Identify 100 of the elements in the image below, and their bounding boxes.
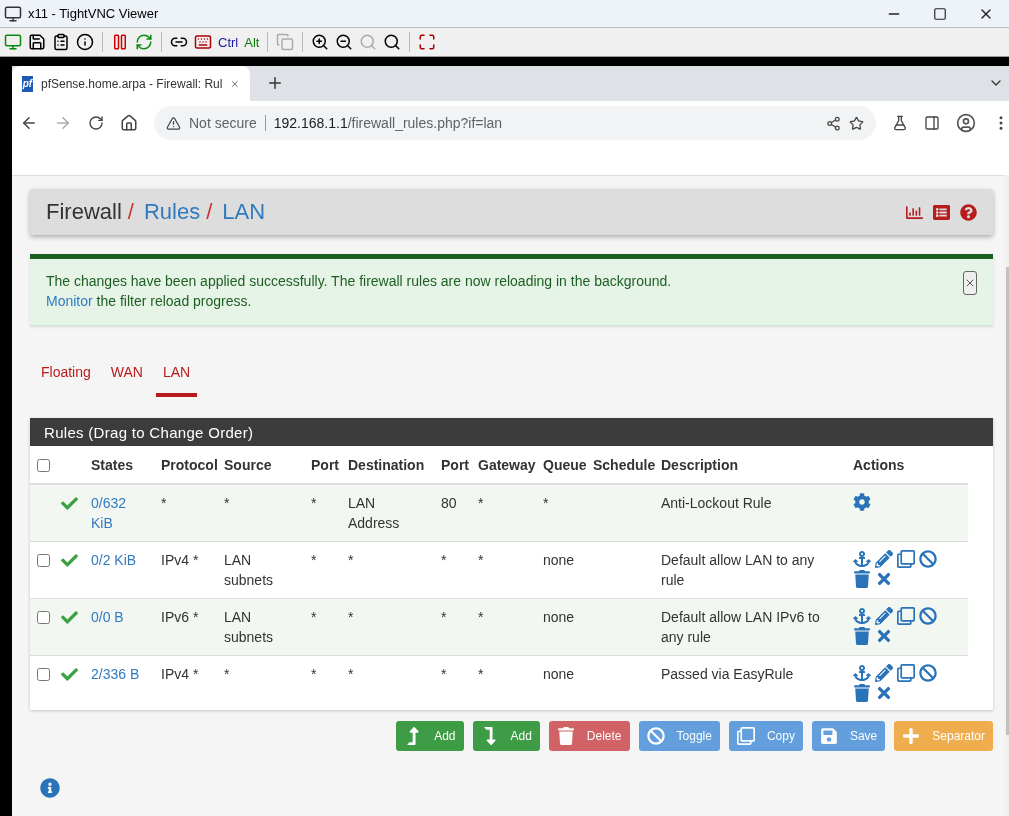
- ban-icon: [646, 727, 665, 745]
- chart-icon[interactable]: [906, 203, 923, 221]
- table-cell-text: *: [441, 608, 447, 627]
- anchor-icon[interactable]: [853, 607, 871, 625]
- app-icon: [4, 4, 22, 23]
- table-cell-text: *: [441, 551, 447, 570]
- list-icon[interactable]: [933, 203, 950, 221]
- new-tab-icon[interactable]: [266, 74, 284, 92]
- table-cell-text: LAN subnets: [224, 608, 275, 647]
- settings-icon[interactable]: [853, 493, 871, 511]
- window-title: x11 - TightVNC Viewer: [28, 6, 160, 21]
- states-link[interactable]: 0/632 KiB: [91, 493, 146, 533]
- save-icon: [819, 727, 838, 745]
- help-icon[interactable]: [960, 203, 977, 221]
- ban-icon[interactable]: [919, 664, 937, 682]
- alert-message: The changes have been applied successfully. The firewall rules are now reloading in the background. Monitor the filter reload progress.: [46, 272, 673, 311]
- url-text: 192.168.1.1/firewall_rules.php?if=lan: [273, 115, 504, 131]
- table-cell-text: *: [478, 608, 484, 627]
- table-cell-text: *: [224, 494, 230, 513]
- table-cell-text: *: [224, 665, 230, 684]
- breadcrumb-separator: /: [127, 199, 134, 225]
- table-cell-text: *: [478, 494, 484, 513]
- close-button[interactable]: [963, 271, 977, 295]
- interface-tab[interactable]: LAN: [155, 356, 198, 397]
- profile-icon[interactable]: [956, 113, 976, 133]
- delete-icon[interactable]: [853, 684, 871, 702]
- row-checkbox[interactable]: [37, 554, 50, 567]
- edit-icon[interactable]: [875, 550, 893, 568]
- table-cell-text: none: [543, 608, 575, 627]
- pause-icon[interactable]: [111, 33, 129, 51]
- keyboard-icon[interactable]: [194, 33, 212, 51]
- alt-key[interactable]: Alt: [244, 34, 260, 50]
- delete-icon[interactable]: [853, 570, 871, 588]
- plus-icon: [902, 727, 921, 745]
- browser-tab[interactable]: pf pfSense.home.arpa - Firewall: Rul: [12, 66, 250, 101]
- interface-tab[interactable]: Floating: [34, 356, 98, 397]
- table-cell-text: *: [311, 551, 317, 570]
- column-header: Port: [311, 457, 339, 473]
- table-cell-text: *: [348, 608, 354, 627]
- check-icon: [61, 609, 78, 626]
- table-cell-text: none: [543, 665, 575, 684]
- table-cell-text: *: [543, 494, 549, 513]
- table-cell-text: *: [441, 665, 447, 684]
- states-link[interactable]: 2/336 B: [91, 664, 140, 684]
- back-icon[interactable]: [20, 114, 38, 132]
- table-cell-text: *: [348, 551, 354, 570]
- share-icon[interactable]: [826, 115, 841, 131]
- fullscreen-icon[interactable]: [418, 33, 437, 51]
- connection-icon[interactable]: [4, 33, 22, 51]
- table-cell-text: IPv4 *: [161, 551, 199, 570]
- options-icon[interactable]: [52, 33, 70, 51]
- column-header: Destination: [348, 457, 425, 473]
- column-header: States: [91, 457, 134, 473]
- ban-icon[interactable]: [919, 550, 937, 568]
- zoom-auto-icon[interactable]: [383, 33, 402, 51]
- clipboard-icon[interactable]: [276, 33, 295, 51]
- home-icon[interactable]: [120, 114, 138, 132]
- column-header: Source: [224, 457, 272, 473]
- copy-icon: [736, 727, 755, 745]
- side-panel-icon[interactable]: [924, 115, 940, 131]
- copy-icon[interactable]: [897, 664, 915, 682]
- copy-icon[interactable]: [897, 607, 915, 625]
- delete-icon[interactable]: [853, 627, 871, 645]
- table-cell-text: *: [478, 665, 484, 684]
- breadcrumb-item: Firewall: [46, 199, 122, 225]
- edit-icon[interactable]: [875, 607, 893, 625]
- select-all-checkbox[interactable]: [37, 459, 50, 472]
- ban-icon[interactable]: [919, 607, 937, 625]
- states-link[interactable]: 0/0 B: [91, 607, 124, 627]
- column-header: Port: [441, 457, 469, 473]
- maximize-icon[interactable]: [933, 6, 947, 21]
- zoom-out-icon[interactable]: [335, 33, 354, 51]
- refresh-icon[interactable]: [135, 33, 153, 51]
- ctrl-key[interactable]: Ctrl: [218, 34, 239, 50]
- action-button[interactable]: Add: [472, 721, 540, 751]
- action-button[interactable]: Add: [396, 721, 464, 751]
- row-checkbox[interactable]: [37, 611, 50, 624]
- table-cell-text: IPv6 *: [161, 608, 199, 627]
- save-icon[interactable]: [28, 33, 46, 51]
- anchor-icon[interactable]: [853, 550, 871, 568]
- monitor-link[interactable]: Monitor: [46, 293, 93, 309]
- address-bar[interactable]: Not secure 192.168.1.1/firewall_rules.php?if=lan: [154, 106, 876, 140]
- info-icon[interactable]: [76, 33, 94, 51]
- table-cell-text: LAN Address: [348, 494, 401, 533]
- flask-icon[interactable]: [892, 115, 908, 131]
- table-cell-text: none: [543, 551, 575, 570]
- breadcrumb-item[interactable]: LAN: [222, 199, 266, 225]
- interface-tab[interactable]: WAN: [103, 356, 150, 397]
- star-icon[interactable]: [849, 115, 864, 131]
- reload-icon[interactable]: [88, 115, 104, 131]
- row-checkbox[interactable]: [37, 668, 50, 681]
- breadcrumb-item[interactable]: Rules: [143, 199, 201, 225]
- copy-icon[interactable]: [897, 550, 915, 568]
- warning-icon: [166, 115, 181, 131]
- zoom-in-icon[interactable]: [311, 33, 330, 51]
- states-link[interactable]: 0/2 KiB: [91, 550, 137, 570]
- table-cell-text: 80: [441, 494, 457, 513]
- check-icon: [61, 552, 78, 569]
- edit-icon[interactable]: [875, 664, 893, 682]
- anchor-icon[interactable]: [853, 664, 871, 682]
